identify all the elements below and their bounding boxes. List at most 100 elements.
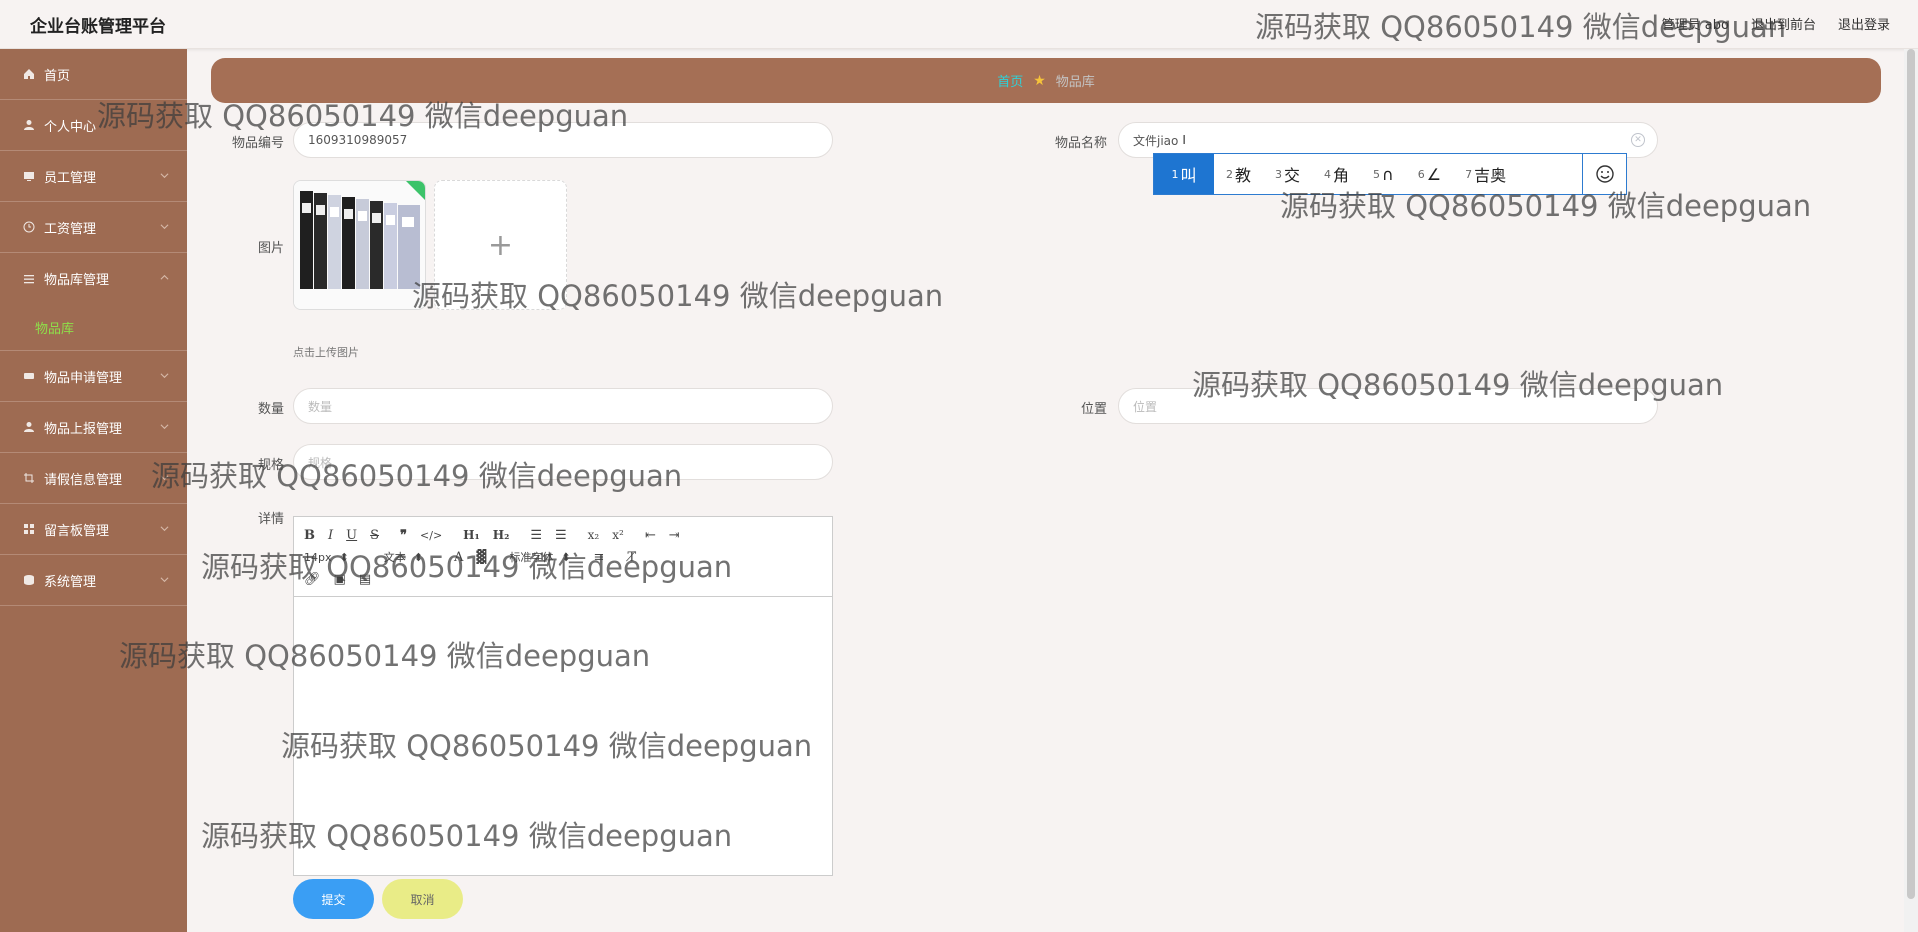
candidate-text: 叫 — [1180, 166, 1197, 185]
header2-icon[interactable]: H₂ — [493, 528, 510, 542]
spec-label: 规格 — [257, 458, 284, 473]
add-image-button[interactable]: + — [434, 180, 567, 310]
upload-tip: 点击上传图片 — [293, 346, 359, 359]
sidebar-subitem-inventory[interactable]: 物品库 — [0, 304, 187, 351]
item-name-label: 物品名称 — [1054, 136, 1107, 151]
page-scrollbar[interactable] — [1904, 49, 1918, 932]
strikethrough-icon[interactable]: S — [370, 528, 379, 543]
ime-candidate[interactable]: 3交 — [1263, 154, 1312, 194]
ime-candidate[interactable]: 7 吉奥 — [1453, 154, 1518, 194]
sidebar-item-profile[interactable]: 个人中心 — [0, 100, 187, 151]
binders-image — [294, 181, 425, 309]
uploaded-image-thumbnail[interactable] — [293, 180, 426, 310]
ime-candidate[interactable]: 2教 — [1214, 154, 1263, 194]
outdent-icon[interactable]: ⇤ — [645, 528, 656, 543]
user-icon — [22, 420, 36, 434]
candidate-number: 2 — [1226, 167, 1233, 181]
sidebar-item-label: 物品上报管理 — [44, 421, 123, 437]
bold-icon[interactable]: B — [304, 528, 315, 543]
card-icon — [22, 369, 36, 383]
sidebar-item-label: 物品申请管理 — [44, 370, 123, 386]
sidebar-item-label: 首页 — [44, 68, 71, 84]
chevron-down-icon — [160, 526, 169, 532]
ordered-list-icon[interactable]: ☰ — [530, 528, 542, 543]
grid-icon — [22, 522, 36, 536]
submit-button[interactable]: 提交 — [293, 879, 374, 919]
font-color-icon[interactable]: A — [454, 550, 463, 565]
ime-candidate[interactable]: 6 ∠ — [1406, 154, 1453, 194]
select-arrow-icon: ⬍ — [561, 550, 571, 564]
cancel-button[interactable]: 取消 — [382, 879, 463, 919]
breadcrumb: 首页 ★ 物品库 — [211, 58, 1881, 103]
superscript-icon[interactable]: x² — [612, 528, 624, 542]
sidebar-item-label: 留言板管理 — [44, 523, 110, 539]
text-cursor-icon: Ⅰ — [1182, 133, 1186, 147]
ime-candidate[interactable]: 4角 — [1312, 154, 1361, 194]
chevron-down-icon — [160, 424, 169, 430]
font-family-value: 标准字体 — [509, 551, 554, 564]
spec-input[interactable]: 规格 — [293, 444, 833, 480]
sidebar-item-messages[interactable]: 留言板管理 — [0, 504, 187, 555]
admin-user-link[interactable]: 管理员 abo — [1662, 14, 1729, 33]
candidate-number: 7 — [1465, 167, 1473, 181]
clear-format-icon[interactable]: T̸ — [627, 550, 636, 565]
clock-icon — [22, 220, 36, 234]
sidebar-item-label: 个人中心 — [44, 119, 97, 135]
sidebar-item-system[interactable]: 系统管理 — [0, 555, 187, 606]
link-icon[interactable]: 🔗︎ — [304, 572, 321, 587]
user-icon — [22, 118, 36, 132]
ime-candidate[interactable]: 5 ∩ — [1361, 154, 1406, 194]
candidate-number: 5 — [1373, 167, 1381, 181]
sidebar-item-salary[interactable]: 工资管理 — [0, 202, 187, 253]
image-icon[interactable]: ▣ — [334, 572, 346, 587]
home-icon — [22, 67, 36, 81]
candidate-text: 吉奥 — [1474, 166, 1507, 185]
smiley-icon[interactable] — [1582, 154, 1626, 194]
italic-icon[interactable]: I — [328, 528, 333, 543]
star-icon: ★ — [1033, 72, 1046, 89]
underline-icon[interactable]: U — [346, 528, 357, 543]
select-arrow-icon: ⬍ — [339, 550, 349, 564]
code-block-icon[interactable]: </> — [420, 529, 442, 542]
text-type-select[interactable]: 文本 ⬍ — [384, 549, 423, 565]
blockquote-icon[interactable]: ❞ — [400, 528, 407, 543]
ime-candidate[interactable]: 1叫 — [1154, 154, 1214, 194]
font-size-select[interactable]: 14px ⬍ — [304, 551, 349, 564]
candidate-text: 教 — [1235, 166, 1252, 185]
candidate-number: 4 — [1324, 167, 1332, 181]
chevron-down-icon — [160, 373, 169, 379]
bullet-list-icon[interactable]: ☰ — [555, 528, 567, 543]
quantity-input[interactable]: 数量 — [293, 388, 833, 424]
sidebar-item-label: 员工管理 — [44, 170, 97, 186]
sidebar-item-leave[interactable]: 请假信息管理 — [0, 453, 187, 504]
font-family-select[interactable]: 标准字体 ⬍ — [509, 549, 570, 565]
crop-icon — [22, 471, 36, 485]
indent-icon[interactable]: ⇥ — [669, 528, 680, 543]
sidebar-item-label: 请假信息管理 — [44, 472, 123, 488]
scrollbar-thumb[interactable] — [1907, 49, 1915, 899]
chevron-down-icon — [160, 224, 169, 230]
sidebar-item-inventory[interactable]: 物品库管理 — [0, 253, 187, 304]
video-icon[interactable]: ▤ — [359, 572, 371, 587]
logout-link[interactable]: 退出登录 — [1838, 14, 1890, 33]
align-icon[interactable]: ≡ — [594, 550, 605, 565]
subscript-icon[interactable]: x₂ — [588, 528, 600, 542]
breadcrumb-home[interactable]: 首页 — [997, 71, 1023, 90]
detail-label: 详情 — [257, 512, 284, 527]
chevron-down-icon — [160, 173, 169, 179]
background-color-icon[interactable]: ▓ — [476, 550, 486, 565]
sidebar-item-item-report[interactable]: 物品上报管理 — [0, 402, 187, 453]
candidate-text: 交 — [1284, 166, 1301, 185]
sidebar-item-item-request[interactable]: 物品申请管理 — [0, 351, 187, 402]
clear-icon[interactable]: ✕ — [1631, 133, 1645, 147]
plus-icon: + — [487, 227, 514, 263]
sidebar-item-home[interactable]: 首页 — [0, 49, 187, 100]
header1-icon[interactable]: H₁ — [463, 528, 480, 542]
sidebar-item-employees[interactable]: 员工管理 — [0, 151, 187, 202]
item-code-field[interactable]: 1609310989057 — [293, 122, 833, 158]
chevron-down-icon — [160, 577, 169, 583]
goto-frontend-link[interactable]: 退出到前台 — [1751, 14, 1816, 33]
location-input[interactable]: 位置 — [1118, 388, 1658, 424]
editor-toolbar: B I U S ❞ </> H₁ H₂ ☰ ☰ x₂ x² ⇤ ⇥ 14px ⬍ … — [294, 517, 832, 597]
editor-content-area[interactable] — [294, 597, 832, 875]
